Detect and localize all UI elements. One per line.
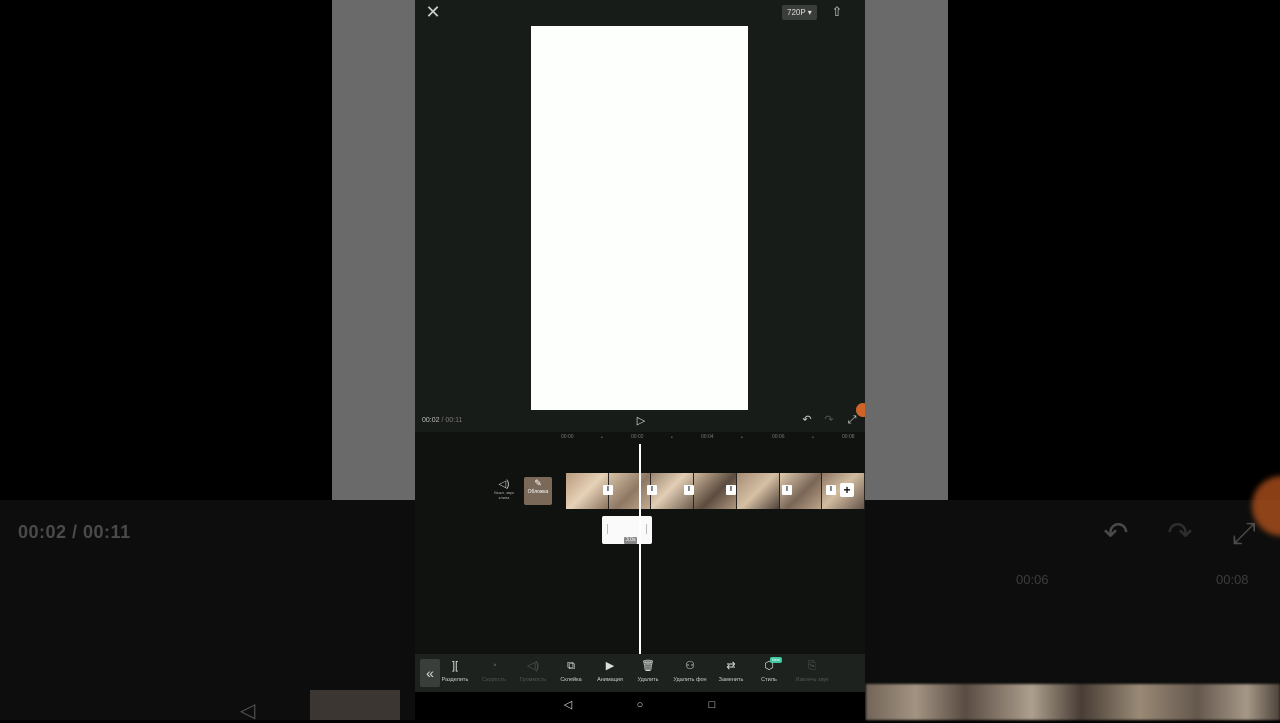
playhead[interactable]	[639, 444, 641, 654]
transition-icon[interactable]: I	[726, 485, 736, 495]
speed-icon: ◔	[490, 660, 498, 672]
style-icon: ⬡	[764, 660, 774, 672]
tool-label: Заменить	[718, 677, 744, 683]
remove-bg-icon: ⚇	[685, 660, 695, 672]
clip-thumbnail	[608, 473, 652, 509]
trim-handle-left[interactable]	[607, 524, 608, 534]
ruler-tick: 00:08	[842, 434, 855, 440]
animation-icon: ▶	[605, 660, 615, 672]
background-redo-icon: ↷	[1167, 517, 1193, 550]
replace-icon: ⇄	[726, 660, 736, 672]
tool-animation[interactable]: ▶ Анимация	[590, 659, 630, 683]
trash-icon: 🗑︎	[641, 660, 655, 672]
background-volume-icon: ◁	[240, 700, 256, 722]
background-fullscreen-icon: ⤢	[1232, 517, 1256, 550]
current-time: 00:02	[422, 417, 440, 424]
cover-button[interactable]: ✎ Обложка	[524, 477, 552, 505]
ruler-dot: •	[671, 435, 673, 441]
tool-label: Извлечь звук	[795, 677, 829, 683]
close-icon[interactable]: ✕	[425, 3, 441, 21]
background-tick: 00:08	[1216, 572, 1249, 587]
split-icon: ][	[451, 660, 459, 672]
timeline[interactable]: 00:00 • 00:02 • 00:04 • 00:06 • 00:08 ◁)…	[415, 432, 865, 654]
tool-label: Стиль	[761, 677, 777, 683]
tool-replace[interactable]: ⇄ Заменить	[711, 659, 751, 683]
fullscreen-icon[interactable]: ⤢	[845, 413, 859, 427]
clip-thumbnail	[736, 473, 780, 509]
volume-icon: ◁)	[526, 660, 540, 672]
add-clip-button[interactable]: +	[840, 483, 854, 497]
overlay-icon: ⧉	[567, 660, 575, 672]
home-icon[interactable]: ○	[633, 698, 647, 712]
ruler-tick: 00:02	[631, 434, 644, 440]
transition-icon[interactable]: I	[603, 485, 613, 495]
back-icon[interactable]: ◁	[561, 698, 575, 712]
overlay-clip[interactable]: 3.0s	[602, 516, 652, 544]
tool-style[interactable]: ⬡ New Стиль	[749, 657, 789, 683]
total-time: / 00:11	[439, 417, 463, 424]
timecode: 00:02 / 00:11	[422, 417, 462, 424]
edit-toolbar: « ][ Разделить ◔ Скорость ◁) Громкость ⧉…	[415, 654, 865, 692]
background-timecode: 00:02 / 00:11	[18, 522, 131, 542]
tool-label: Склейка	[560, 677, 582, 683]
resolution-button[interactable]: 720P ▾	[782, 5, 817, 20]
android-nav-bar: ◁ ○ □	[415, 692, 865, 720]
export-icon[interactable]: ⇧	[830, 5, 844, 19]
ruler-tick: 00:06	[772, 434, 785, 440]
video-editor-screen: ✕ 720P ▾ ⇧ 00:02 / 00:11 ▷ ↶ ↷ ⤢ 00:00 •…	[415, 0, 865, 720]
transition-icon[interactable]: I	[782, 485, 792, 495]
ruler-dot: •	[812, 435, 814, 441]
tool-label: Скорость	[482, 677, 506, 683]
extract-audio-icon: ⎘	[807, 660, 817, 672]
edit-pencil-icon: ✎	[534, 478, 542, 488]
transition-icon[interactable]: I	[647, 485, 657, 495]
play-icon[interactable]: ▷	[634, 414, 648, 428]
tool-extract-audio[interactable]: ⎘ Извлечь звук	[792, 659, 832, 683]
mute-clip-audio-button[interactable]: ◁) Выкл. звук клипа	[493, 479, 515, 500]
floating-assist-button[interactable]	[856, 403, 865, 417]
redo-icon[interactable]: ↷	[822, 413, 836, 427]
transition-icon[interactable]: I	[826, 485, 836, 495]
overlay-duration: 3.0s	[624, 537, 638, 544]
background-clip-strip-left	[310, 690, 400, 720]
background-tick: 00:06	[1016, 572, 1049, 587]
ruler-dot: •	[601, 435, 603, 441]
tool-overlay[interactable]: ⧉ Склейка	[551, 659, 591, 683]
tool-label: Разделить	[441, 677, 469, 683]
tool-label: Удалить	[637, 677, 659, 683]
undo-icon[interactable]: ↶	[800, 413, 814, 427]
cover-label: Обложка	[527, 489, 549, 495]
tool-speed[interactable]: ◔ Скорость	[474, 659, 514, 683]
tool-volume[interactable]: ◁) Громкость	[513, 659, 553, 683]
ruler-tick: 00:00	[561, 434, 574, 440]
new-badge: New	[769, 657, 782, 663]
background-clip-strip	[866, 684, 1280, 720]
ruler-dot: •	[741, 435, 743, 441]
video-canvas[interactable]	[531, 26, 748, 410]
mute-clip-audio-label: Выкл. звук клипа	[494, 490, 514, 500]
ruler-tick: 00:04	[701, 434, 714, 440]
tool-split[interactable]: ][ Разделить	[435, 659, 475, 683]
speaker-icon: ◁)	[498, 479, 510, 490]
tool-label: Громкость	[519, 677, 547, 683]
trim-handle-right[interactable]	[646, 524, 647, 534]
tool-delete[interactable]: 🗑︎ Удалить	[628, 659, 668, 683]
preview-area: ✕ 720P ▾ ⇧ 00:02 / 00:11 ▷ ↶ ↷ ⤢	[415, 0, 865, 432]
tool-remove-background[interactable]: ⚇ Удалить фон	[670, 659, 710, 683]
transition-icon[interactable]: I	[684, 485, 694, 495]
recents-icon[interactable]: □	[705, 698, 719, 712]
tool-label: Удалить фон	[673, 677, 707, 683]
background-undo-icon: ↶	[1103, 517, 1129, 550]
tool-label: Анимация	[597, 677, 623, 683]
